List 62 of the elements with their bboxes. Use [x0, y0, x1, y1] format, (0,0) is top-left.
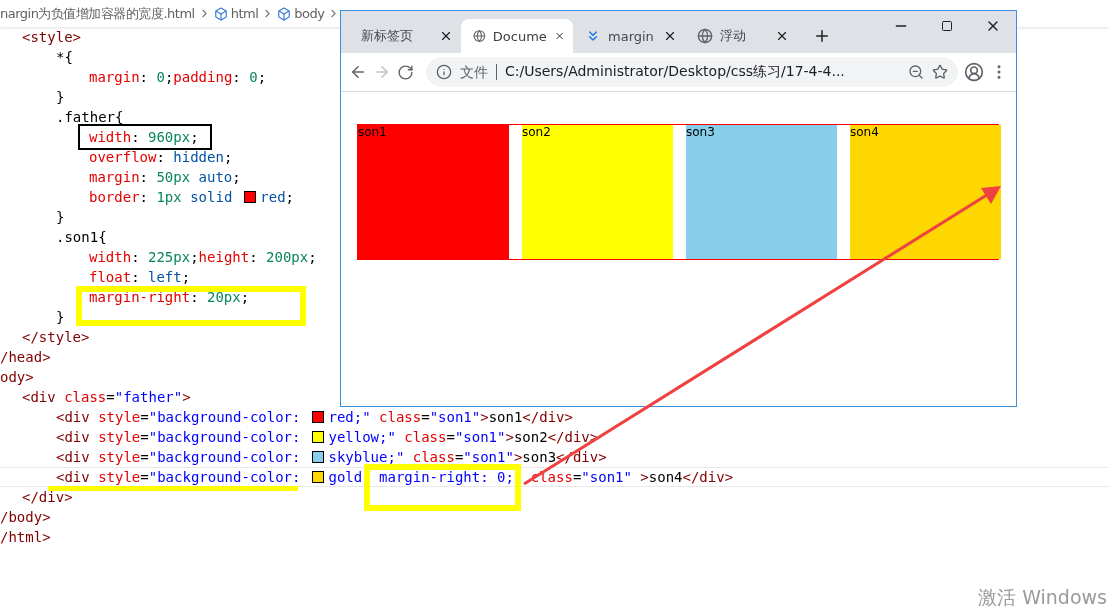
colored-block: son4: [850, 125, 1001, 259]
back-icon[interactable]: [349, 63, 367, 81]
code-text: float: left;: [89, 270, 191, 284]
breadcrumb-item[interactable]: body: [294, 6, 325, 21]
new-tab-icon[interactable]: [813, 27, 831, 45]
color-swatch-icon[interactable]: [312, 411, 325, 423]
activation-watermark: 激活 Windows: [978, 585, 1107, 610]
code-text: }: [56, 90, 65, 104]
code-text: ody>: [0, 370, 34, 384]
code-text: <div style="background-color:: [56, 470, 301, 484]
browser-tab[interactable]: Docume: [461, 19, 573, 53]
globe-icon: [697, 28, 713, 44]
browser-tab[interactable]: 浮动: [685, 19, 797, 53]
code-text: <style>: [22, 30, 81, 44]
color-swatch-icon[interactable]: [312, 431, 325, 443]
element-icon: [213, 6, 228, 21]
star-icon[interactable]: [932, 64, 948, 80]
colored-block: son2: [522, 125, 673, 259]
code-text: .father{: [56, 110, 124, 124]
code-text: margin: 50px auto;: [89, 170, 241, 184]
code-text: <div style="background-color:: [56, 430, 301, 444]
color-swatch-icon[interactable]: [312, 451, 325, 463]
close-tab-icon[interactable]: [439, 29, 453, 43]
reload-icon[interactable]: [397, 63, 414, 81]
code-text: /head>: [0, 350, 51, 364]
globe-icon: [473, 28, 486, 44]
browser-tab[interactable]: margin: [573, 19, 685, 53]
colored-block: son1: [358, 125, 509, 259]
code-text: width: 960px;: [89, 130, 199, 144]
browser-tab[interactable]: 新标签页: [349, 19, 461, 53]
code-text: margin-right: 20px;: [89, 290, 250, 304]
code-text: red;" class="son1">son1</div>: [328, 410, 573, 424]
color-swatch-icon[interactable]: [244, 191, 257, 203]
close-tab-icon[interactable]: [663, 29, 677, 43]
code-text: *{: [56, 50, 73, 64]
close-tab-icon[interactable]: [775, 29, 789, 43]
code-text: /body>: [0, 510, 51, 524]
code-text: yellow;" class="son1">son2</div>: [328, 430, 599, 444]
code-text: <div class="father">: [22, 390, 191, 404]
color-swatch-icon[interactable]: [312, 471, 325, 483]
code-text: </style>: [22, 330, 90, 344]
code-text: overflow: hidden;: [89, 150, 233, 164]
code-text: /html>: [0, 530, 51, 544]
code-text: </div>: [22, 490, 73, 504]
code-text: }: [56, 310, 65, 324]
breadcrumb-item[interactable]: nargin为负值增加容器的宽度.html: [0, 4, 195, 23]
info-icon[interactable]: [436, 64, 452, 80]
code-text: margin: 0;padding: 0;: [89, 70, 267, 84]
address-bar[interactable]: 文件 C:/Users/Administrator/Desktop/css练习/17-4-4...: [426, 57, 958, 87]
code-text: }: [56, 210, 65, 224]
code-text: <div style="background-color:: [56, 450, 301, 464]
maximize-icon[interactable]: [941, 20, 953, 32]
element-icon: [277, 6, 292, 21]
colored-block: son3: [686, 125, 837, 259]
zoom-out-icon[interactable]: [908, 64, 924, 80]
code-text: red;: [260, 190, 295, 204]
code-text: <div style="background-color:: [56, 410, 301, 424]
code-text: .son1{: [56, 230, 107, 244]
code-text: width: 225px;height: 200px;: [89, 250, 317, 264]
profile-icon[interactable]: [964, 62, 984, 82]
code-text: border: 1px solid: [89, 190, 233, 204]
breadcrumb-item[interactable]: html: [230, 6, 259, 21]
